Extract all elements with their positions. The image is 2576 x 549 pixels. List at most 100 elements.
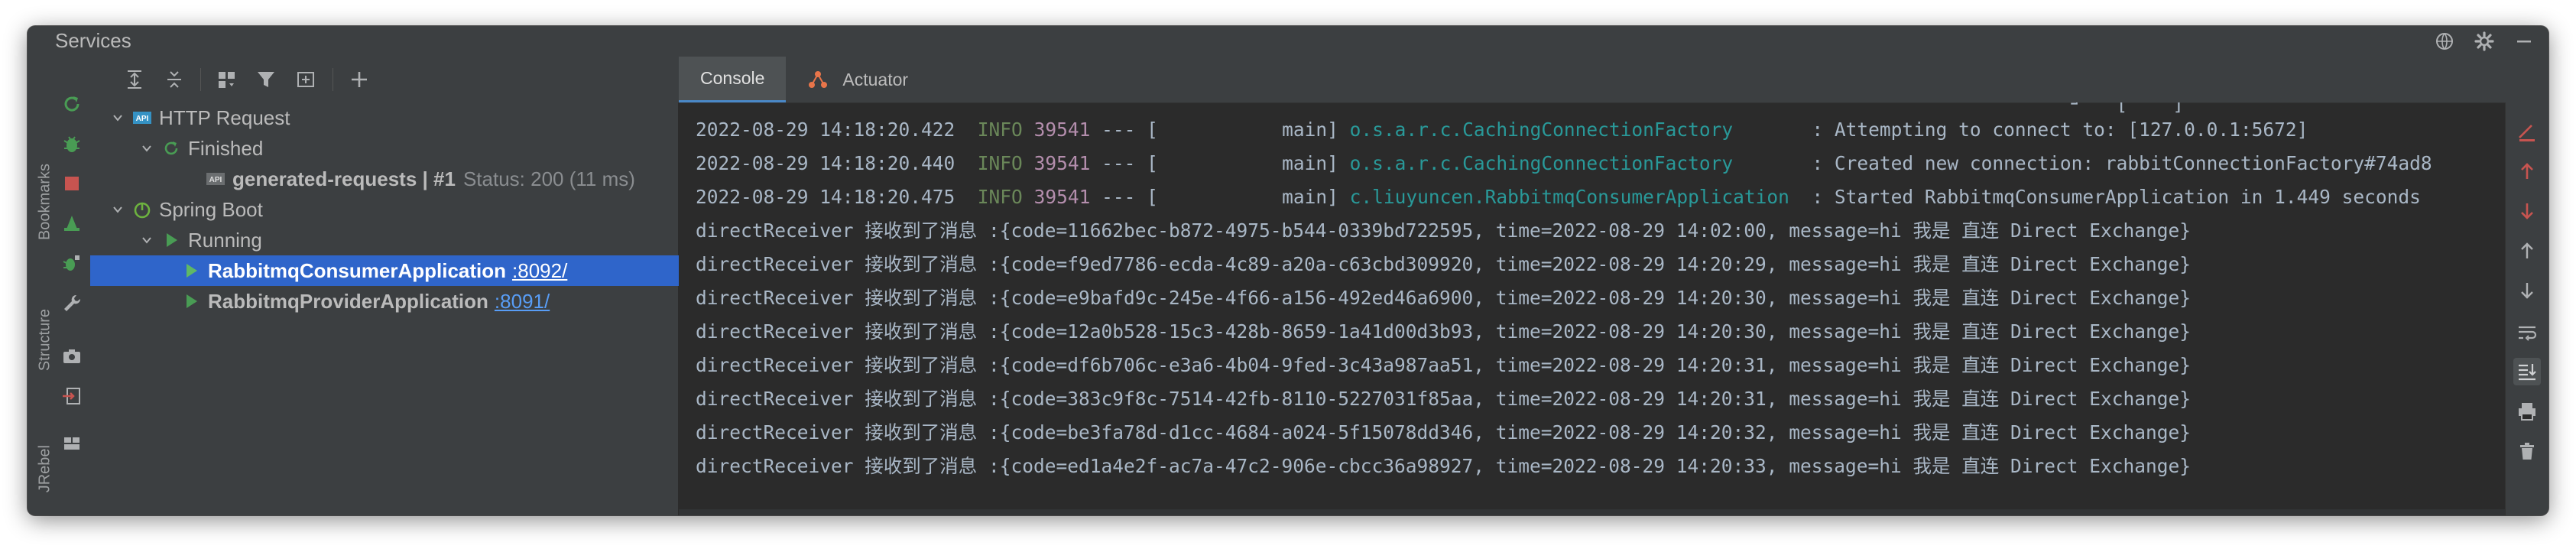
spring-boot-icon: [131, 199, 153, 220]
play-icon: [180, 291, 202, 312]
left-tool-strip: Bookmarks Structure JRebel: [28, 57, 91, 515]
horizontal-scrollbar[interactable]: [679, 509, 2506, 515]
receiver-line: directReceiver 接收到了消息 :{code=ed1a4e2f-ac…: [696, 455, 2192, 477]
expand-all-icon[interactable]: [121, 66, 148, 93]
log-pid: 39541: [1033, 119, 1091, 141]
log-line: 2022-08-29 14:18:20.422 INFO 39541 --- […: [696, 113, 2308, 147]
tree-node-spring-boot[interactable]: Spring Boot: [90, 194, 679, 225]
services-toolbar: [90, 57, 679, 102]
tab-structure-label: Structure: [36, 309, 54, 372]
layout-icon[interactable]: [60, 431, 84, 456]
play-icon: [161, 229, 182, 251]
receiver-line: directReceiver 接收到了消息 :{code=11662bec-b8…: [696, 219, 2192, 242]
finished-icon: [161, 138, 182, 159]
tree-node-label: HTTP Request: [159, 106, 290, 129]
arrow-up-icon[interactable]: [2513, 237, 2541, 265]
collapse-all-icon[interactable]: [161, 66, 188, 93]
receiver-line: directReceiver 接收到了消息 :{code=383c9f8c-75…: [696, 388, 2192, 410]
chevron-down-icon[interactable]: [110, 110, 125, 125]
add-service-icon[interactable]: [346, 66, 373, 93]
debug-config-icon[interactable]: [60, 251, 84, 275]
actuator-icon: [807, 69, 829, 90]
trash-icon[interactable]: [2513, 437, 2541, 465]
console-side-toolbar: [2505, 102, 2548, 515]
tab-structure[interactable]: Structure: [32, 309, 58, 371]
console-output[interactable]: ┘ [ ] 2022-08-29 14:18:20.422 INFO 39541…: [679, 102, 2527, 515]
log-logger: o.s.a.r.c.CachingConnectionFactory: [1349, 119, 1801, 141]
log-logger: o.s.a.r.c.CachingConnectionFactory: [1349, 152, 1801, 174]
log-message: : Started RabbitmqConsumerApplication in…: [1800, 186, 2421, 208]
log-date: 2022-08-29 14:18:20.422: [696, 119, 955, 141]
api-icon: API: [131, 107, 153, 128]
log-level: INFO: [977, 186, 1023, 208]
tab-jrebel-label: JRebel: [36, 445, 54, 493]
chevron-down-icon[interactable]: [139, 232, 154, 248]
tree-node-label: RabbitmqConsumerApplication: [208, 258, 507, 282]
globe-icon[interactable]: [2432, 29, 2457, 54]
console-panel: Console Actuator ┘ [] 2022-08-29 14:18:…: [679, 57, 2548, 515]
arrow-up-red-icon[interactable]: [2513, 158, 2541, 185]
group-by-icon[interactable]: [213, 66, 241, 93]
request-status: Status: 200 (11 ms): [462, 167, 635, 190]
minimize-icon[interactable]: [2512, 29, 2536, 54]
run-config-icon[interactable]: [60, 211, 84, 236]
rerun-icon[interactable]: [60, 92, 84, 116]
camera-icon[interactable]: [60, 344, 84, 369]
arrow-down-icon[interactable]: [2513, 277, 2541, 304]
tree-node-http-request[interactable]: API HTTP Request: [90, 102, 679, 133]
log-message: : Attempting to connect to: [127.0.0.1:5…: [1800, 119, 2308, 141]
title-bar: Services: [28, 26, 2548, 57]
log-level: INFO: [977, 119, 1023, 141]
tree-node-provider-app[interactable]: RabbitmqProviderApplication :8091/: [90, 286, 679, 317]
log-level: INFO: [977, 152, 1023, 174]
log-pid: 39541: [1033, 186, 1091, 208]
tree-node-generated-requests[interactable]: API generated-requests | #1 Status: 200 …: [90, 164, 679, 194]
log-thread: --- [ main]: [1101, 152, 1338, 174]
window-title: Services: [55, 29, 131, 52]
tab-jrebel[interactable]: JRebel: [32, 445, 58, 492]
tab-actuator-label: Actuator: [842, 69, 909, 89]
tree-node-label: generated-requests | #1: [232, 167, 456, 190]
soft-wrap-icon[interactable]: [2513, 318, 2541, 346]
tab-bookmarks[interactable]: Bookmarks: [32, 164, 58, 240]
log-pid: 39541: [1033, 152, 1091, 174]
log-logger: c.liuyuncen.RabbitmqConsumerApplication: [1349, 186, 1801, 208]
scroll-to-end-icon[interactable]: [2513, 358, 2541, 385]
chevron-down-icon[interactable]: [139, 141, 154, 156]
wrench-icon[interactable]: [60, 291, 84, 315]
receiver-line: directReceiver 接收到了消息 :{code=be3fa78d-d1…: [696, 421, 2192, 443]
title-bar-actions: [2432, 26, 2536, 57]
port-link[interactable]: :8092/: [512, 259, 567, 283]
receiver-line: directReceiver 接收到了消息 :{code=df6b706c-e3…: [696, 354, 2192, 376]
log-date: 2022-08-29 14:18:20.475: [696, 186, 955, 208]
receiver-line: directReceiver 接收到了消息 :{code=f9ed7786-ec…: [696, 253, 2192, 275]
debug-icon[interactable]: [60, 132, 84, 156]
tree-node-finished[interactable]: Finished: [90, 133, 679, 164]
stop-icon[interactable]: [60, 171, 84, 196]
tab-console[interactable]: Console: [679, 57, 787, 102]
tab-actuator[interactable]: Actuator: [786, 57, 930, 102]
clear-red-icon[interactable]: [2513, 119, 2541, 147]
port-link[interactable]: :8091/: [495, 290, 550, 313]
receiver-line: directReceiver 接收到了消息 :{code=e9bafd9c-24…: [696, 287, 2192, 309]
tree-node-consumer-app[interactable]: RabbitmqConsumerApplication :8092/: [90, 255, 679, 286]
log-line: 2022-08-29 14:18:20.475 INFO 39541 --- […: [696, 180, 2421, 214]
svg-text:API: API: [136, 115, 149, 123]
tree-node-label: RabbitmqProviderApplication: [208, 289, 488, 313]
services-tree: API HTTP Request Finished API generated-…: [90, 102, 679, 515]
log-date: 2022-08-29 14:18:20.440: [696, 152, 955, 174]
filter-icon[interactable]: [253, 66, 281, 93]
tab-console-label: Console: [700, 68, 765, 88]
tree-node-running[interactable]: Running: [90, 225, 679, 255]
exit-icon[interactable]: [60, 384, 84, 408]
arrow-down-red-icon[interactable]: [2513, 197, 2541, 225]
services-window: Services Bookmarks Structure JRebel API …: [28, 26, 2548, 515]
gear-icon[interactable]: [2472, 29, 2497, 54]
play-icon: [180, 260, 202, 281]
tree-node-label: Running: [188, 228, 262, 252]
chevron-down-icon[interactable]: [110, 202, 125, 217]
print-icon[interactable]: [2513, 398, 2541, 425]
receiver-line: directReceiver 接收到了消息 :{code=12a0b528-15…: [696, 320, 2192, 343]
log-message: : Created new connection: rabbitConnecti…: [1800, 152, 2432, 174]
new-tab-icon[interactable]: [293, 66, 320, 93]
